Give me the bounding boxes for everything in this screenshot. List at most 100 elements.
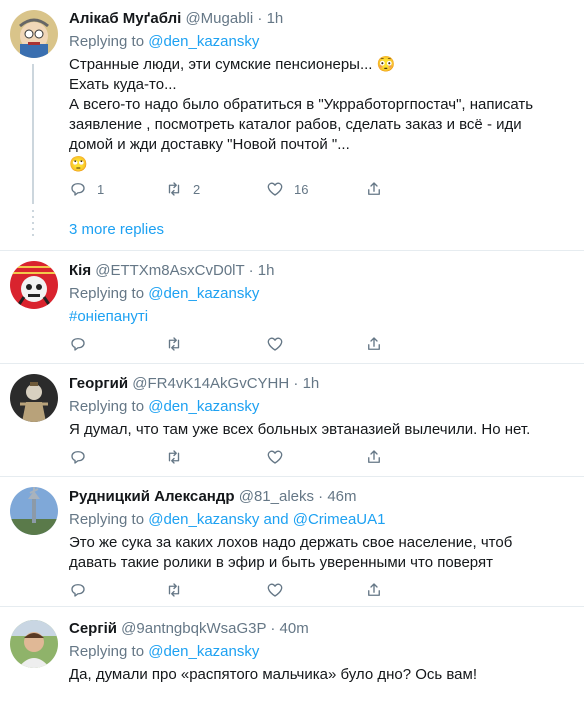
tweet-text-line: А всего-то надо было обратиться в "Укрра… — [69, 96, 534, 113]
tweet-header: Кія @ETTXm8AsxCvD0lT · 1h — [69, 261, 574, 281]
tweet-text: Странные люди, эти сумские пенсионеры...… — [69, 55, 574, 175]
timestamp[interactable]: 1h — [267, 10, 284, 27]
retweet-button[interactable] — [165, 447, 183, 467]
tweet-header: Сергій @9antngbqkWsaG3P · 40m — [69, 619, 574, 639]
tweet-text-line: давать такие ролики в эфир и быть уверен… — [69, 554, 493, 571]
thread-dot — [32, 222, 34, 224]
mention-link[interactable]: @den_kazansky — [148, 511, 259, 528]
heart-icon — [267, 337, 283, 351]
thread-line — [32, 64, 34, 204]
timestamp[interactable]: 40m — [280, 620, 309, 637]
share-button[interactable] — [365, 334, 383, 354]
hashtag-link[interactable]: #онiепанутi — [69, 308, 148, 325]
retweet-icon — [168, 450, 180, 464]
avatar[interactable] — [10, 487, 58, 535]
thread-dot — [32, 216, 34, 218]
thread-dot — [32, 234, 34, 236]
separator-dot: · — [248, 262, 254, 279]
reply-button[interactable] — [69, 447, 87, 467]
replying-to: Replying to @den_kazansky — [69, 397, 574, 417]
share-button[interactable] — [365, 179, 383, 199]
like-button[interactable] — [266, 334, 284, 354]
separator-dot: · — [293, 375, 299, 392]
like-button[interactable] — [266, 447, 284, 467]
mention-link[interactable]: @den_kazansky — [148, 643, 259, 660]
tweet-text: Я думал, что там уже всех больных эвтана… — [69, 421, 531, 438]
replying-and: and — [263, 511, 289, 528]
tweet-text-line: заявление , посмотреть каталог рабов, сд… — [69, 116, 522, 133]
mention-link[interactable]: @CrimeaUA1 — [293, 511, 386, 528]
display-name[interactable]: Рудницкий Александр — [69, 488, 235, 505]
display-name[interactable]: Алікаб Муґаблі — [69, 10, 181, 27]
timestamp[interactable]: 46m — [327, 488, 356, 505]
thread-dot — [32, 228, 34, 230]
user-handle[interactable]: @ETTXm8AsxCvD0lT — [95, 262, 244, 279]
retweet-icon — [168, 182, 180, 196]
user-handle[interactable]: @9antngbqkWsaG3P — [121, 620, 266, 637]
share-icon — [368, 583, 380, 596]
share-icon — [368, 182, 380, 195]
replying-to-prefix: Replying to — [69, 511, 145, 528]
reply-icon — [71, 584, 85, 597]
tweet[interactable]: Алікаб Муґаблі @Mugabli · 1h Replying to… — [0, 0, 584, 251]
user-handle[interactable]: @81_aleks — [239, 488, 314, 505]
share-button[interactable] — [365, 447, 383, 467]
retweet-button[interactable] — [165, 580, 183, 600]
user-handle[interactable]: @Mugabli — [185, 10, 253, 27]
heart-icon — [267, 583, 283, 597]
tweet[interactable]: Кія @ETTXm8AsxCvD0lT · 1h Replying to @d… — [0, 251, 584, 364]
like-count: 16 — [294, 181, 309, 197]
separator-dot: · — [270, 620, 276, 637]
tweet[interactable]: Георгий @FR4vK14AkGvCYHH · 1h Replying t… — [0, 364, 584, 477]
tweet-text-line: домой и жди доставку "Новой почтой "... — [69, 136, 350, 153]
replying-to: Replying to @den_kazansky — [69, 32, 574, 52]
reply-count: 1 — [97, 181, 105, 197]
tweet-text: Это же сука за каких лохов надо держать … — [69, 533, 574, 573]
mention-link[interactable]: @den_kazansky — [148, 398, 259, 415]
tweet-text-line: Это же сука за каких лохов надо держать … — [69, 534, 513, 551]
replying-to-prefix: Replying to — [69, 33, 145, 50]
like-button[interactable] — [266, 580, 284, 600]
mention-link[interactable]: @den_kazansky — [148, 285, 259, 302]
replying-to-prefix: Replying to — [69, 398, 145, 415]
tweet-text: #онiепанутi — [69, 307, 574, 327]
retweet-button[interactable] — [165, 334, 183, 354]
reply-button[interactable] — [69, 334, 87, 354]
tweet-text-line: 🙄 — [69, 156, 88, 173]
retweet-button[interactable]: 2 — [165, 179, 200, 199]
replying-to-prefix: Replying to — [69, 643, 145, 660]
like-button[interactable]: 16 — [266, 179, 308, 199]
share-icon — [368, 337, 380, 350]
avatar[interactable] — [10, 10, 58, 58]
retweet-icon — [168, 337, 180, 351]
display-name[interactable]: Георгий — [69, 375, 128, 392]
more-replies-link[interactable]: 3 more replies — [69, 220, 164, 240]
avatar[interactable] — [10, 620, 58, 668]
timestamp[interactable]: 1h — [258, 262, 275, 279]
tweet-header: Алікаб Муґаблі @Mugabli · 1h — [69, 9, 574, 29]
display-name[interactable]: Кія — [69, 262, 91, 279]
replying-to: Replying to @den_kazansky — [69, 642, 574, 662]
retweet-icon — [168, 583, 180, 597]
share-button[interactable] — [365, 580, 383, 600]
display-name[interactable]: Сергій — [69, 620, 117, 637]
mention-link[interactable]: @den_kazansky — [148, 33, 259, 50]
heart-icon — [267, 450, 283, 464]
reply-icon — [71, 338, 85, 351]
replying-to-prefix: Replying to — [69, 285, 145, 302]
retweet-count: 2 — [193, 181, 201, 197]
tweet-text-line: Странные люди, эти сумские пенсионеры...… — [69, 56, 396, 73]
tweet[interactable]: Сергій @9antngbqkWsaG3P · 40m Replying t… — [0, 607, 584, 712]
tweet-text: Да, думали про «распятого мальчика» було… — [69, 666, 477, 683]
timestamp[interactable]: 1h — [303, 375, 320, 392]
tweet-header: Георгий @FR4vK14AkGvCYHH · 1h — [69, 374, 574, 394]
avatar[interactable] — [10, 374, 58, 422]
user-handle[interactable]: @FR4vK14AkGvCYHH — [132, 375, 289, 392]
reply-button[interactable] — [69, 580, 87, 600]
tweet[interactable]: Рудницкий Александр @81_aleks · 46m Repl… — [0, 477, 584, 607]
replying-to: Replying to @den_kazansky and @CrimeaUA1 — [69, 510, 574, 530]
replying-to: Replying to @den_kazansky — [69, 284, 574, 304]
reply-icon — [71, 183, 85, 196]
reply-button[interactable]: 1 — [69, 179, 104, 199]
avatar[interactable] — [10, 261, 58, 309]
